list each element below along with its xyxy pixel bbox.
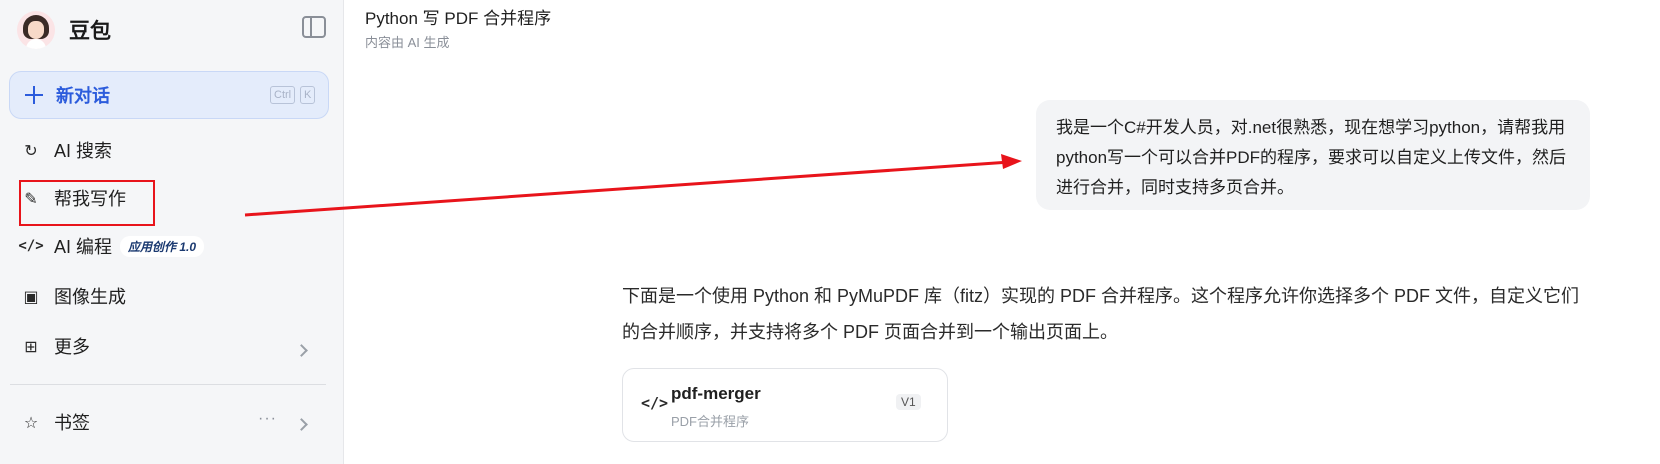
chevron-right-icon xyxy=(295,344,308,357)
sidebar-item-label: 图像生成 xyxy=(54,287,126,307)
new-chat-label: 新对话 xyxy=(56,86,110,106)
sidebar-item-bookmarks[interactable]: ☆ 书签 xyxy=(22,406,90,438)
artifact-description: PDF合并程序 xyxy=(671,414,750,429)
ai-search-icon: ↻ xyxy=(24,140,38,160)
more-options-icon[interactable]: ··· xyxy=(258,410,277,428)
code-icon: </> xyxy=(18,238,44,254)
chevron-right-icon[interactable] xyxy=(295,418,308,431)
page-subtitle: 内容由 AI 生成 xyxy=(365,35,450,50)
plus-icon xyxy=(25,86,43,104)
user-message: 我是一个C#开发人员，对.net很熟悉，现在想学习python，请帮我用pyth… xyxy=(1036,100,1590,210)
brand[interactable]: 豆包 xyxy=(17,8,111,52)
image-icon: ▣ xyxy=(23,286,39,306)
sidebar-collapse-icon[interactable] xyxy=(302,16,326,38)
artifact-name: pdf-merger xyxy=(671,384,761,403)
app-creation-badge: 应用创作 1.0 xyxy=(120,235,205,257)
sidebar-item-ai-coding[interactable]: </> AI 编程 应用创作 1.0 xyxy=(18,230,205,262)
grid-icon: ⊞ xyxy=(24,336,38,356)
code-artifact-card[interactable]: </> pdf-merger PDF合并程序 V1 xyxy=(622,368,948,442)
shortcut-ctrl: Ctrl xyxy=(270,86,296,104)
brand-name: 豆包 xyxy=(69,20,111,43)
sidebar-item-label: 更多 xyxy=(54,337,90,357)
page-title: Python 写 PDF 合并程序 xyxy=(365,9,552,28)
sidebar-item-image-gen[interactable]: ▣ 图像生成 xyxy=(22,280,126,312)
sidebar-item-label: AI 搜索 xyxy=(54,141,113,161)
divider xyxy=(10,384,326,385)
code-icon: </> xyxy=(641,394,669,412)
sidebar: 豆包 新对话 Ctrl K ↻ AI 搜索 ✎ 帮我写作 </> AI 编程 应… xyxy=(0,0,344,464)
sidebar-item-ai-search[interactable]: ↻ AI 搜索 xyxy=(22,134,112,166)
assistant-reply: 下面是一个使用 Python 和 PyMuPDF 库（fitz）实现的 PDF … xyxy=(622,286,1580,342)
shortcut-key: K xyxy=(300,86,316,104)
star-icon: ☆ xyxy=(23,412,39,432)
sidebar-item-label: AI 编程 xyxy=(54,237,113,257)
new-chat-button[interactable]: 新对话 Ctrl K xyxy=(9,71,329,119)
sidebar-item-more[interactable]: ⊞ 更多 xyxy=(22,330,90,362)
highlight-box xyxy=(19,180,155,226)
version-badge: V1 xyxy=(896,394,921,410)
avatar xyxy=(17,11,55,49)
sidebar-item-label: 书签 xyxy=(54,413,90,433)
